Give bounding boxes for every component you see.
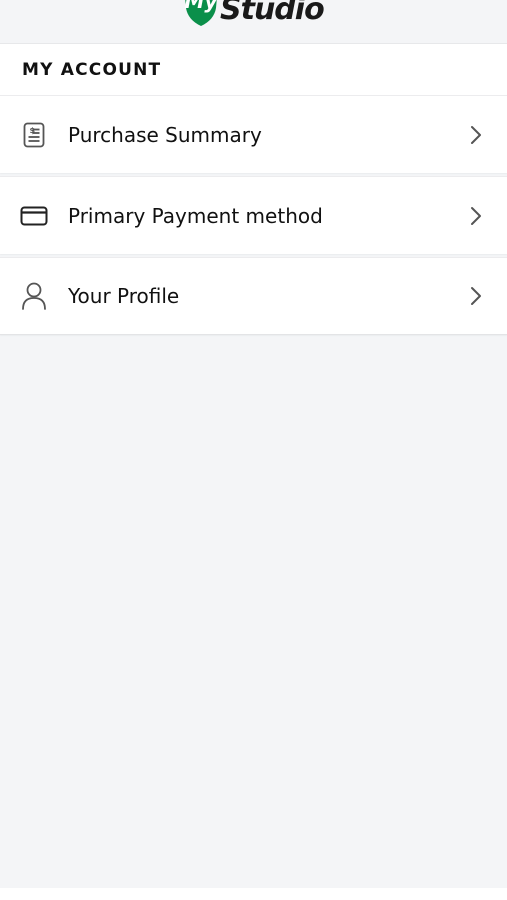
menu-item-label: Primary Payment method: [68, 203, 323, 228]
logo-badge-icon: My: [185, 0, 219, 26]
menu-item-primary-payment-method[interactable]: Primary Payment method: [0, 176, 507, 254]
menu-item-label: Purchase Summary: [68, 122, 262, 147]
mystudio-logo[interactable]: My Studio: [180, 0, 325, 27]
section-header: MY ACCOUNT: [0, 43, 507, 95]
logo-mark-text: My: [185, 0, 219, 13]
chevron-right-icon: [471, 287, 481, 305]
section-title: MY ACCOUNT: [22, 59, 162, 80]
chevron-right-icon: [471, 206, 481, 225]
app-header: My Studio: [0, 0, 507, 42]
menu-item-purchase-summary[interactable]: $ Purchase Summary: [0, 95, 507, 173]
chevron-right-icon: [471, 125, 481, 144]
logo-text: Studio: [220, 0, 325, 27]
credit-card-icon: [20, 202, 48, 230]
receipt-icon: $: [20, 121, 48, 149]
account-menu: $ Purchase Summary Primary Payment metho: [0, 95, 507, 335]
bottom-bar: [0, 888, 507, 900]
my-account-screen: My Studio MY ACCOUNT $ Purchase Summary: [0, 0, 507, 900]
menu-item-label: Your Profile: [68, 284, 180, 308]
menu-item-your-profile[interactable]: Your Profile: [0, 257, 507, 335]
user-icon: [20, 282, 48, 310]
